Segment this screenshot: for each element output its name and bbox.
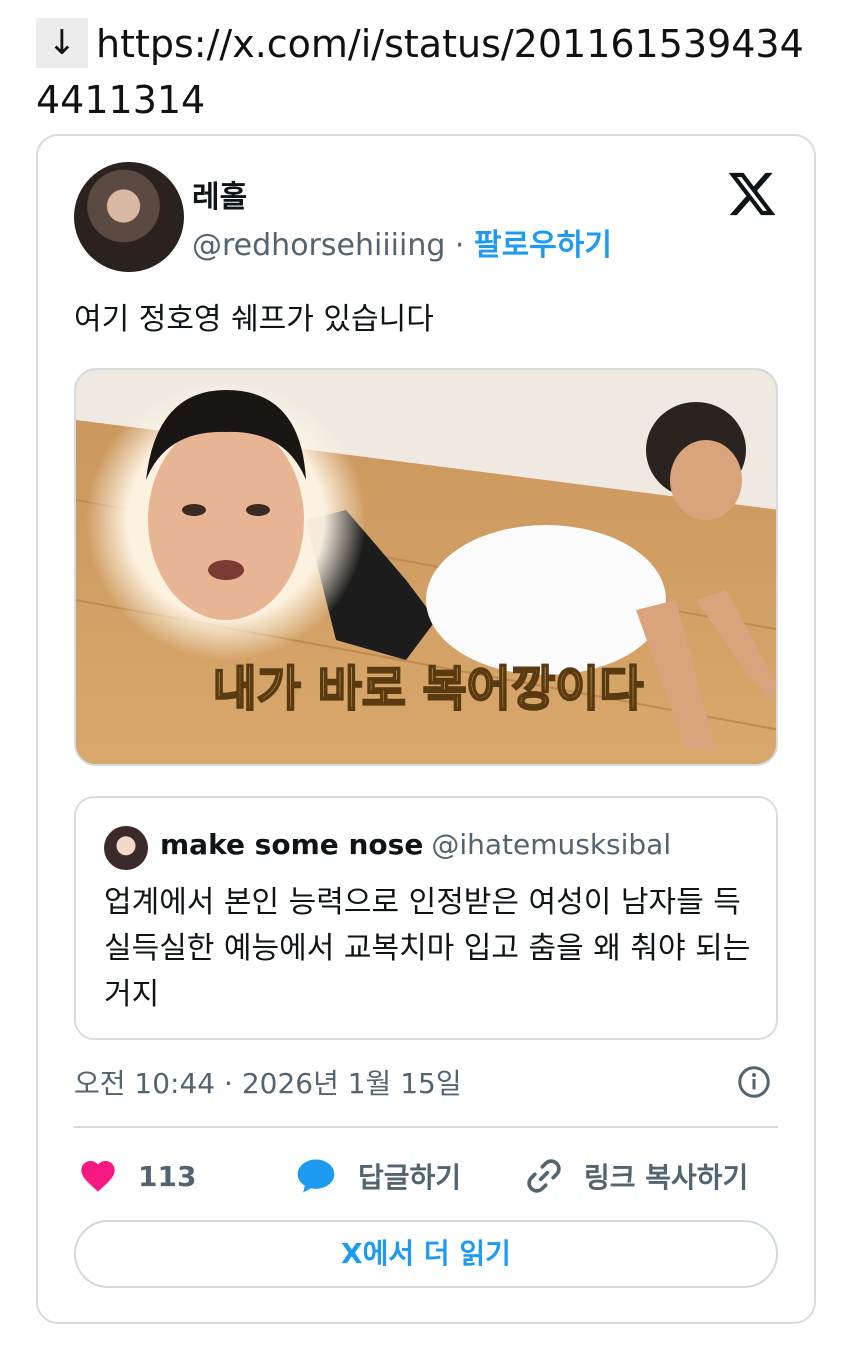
speech-bubble-icon: [297, 1159, 335, 1193]
download-arrow-icon: ↓: [36, 18, 88, 68]
media-image: 내가 바로 복어깡이다: [76, 370, 776, 764]
like-button[interactable]: 113: [78, 1146, 196, 1206]
info-icon[interactable]: [736, 1064, 772, 1100]
copy-link-button[interactable]: 링크 복사하기: [524, 1146, 748, 1206]
quoted-author: make some nose @ihatemusksibal: [160, 828, 671, 861]
reply-label: 답글하기: [358, 1161, 462, 1194]
handle-separator: ·: [445, 228, 474, 263]
avatar[interactable]: [74, 162, 184, 272]
quoted-handle[interactable]: @ihatemusksibal: [431, 828, 671, 861]
timestamp[interactable]: 오전 10:44 · 2026년 1월 15일: [74, 1062, 462, 1102]
tweet-text: 여기 정호영 쉐프가 있습니다: [74, 302, 434, 337]
read-more-on-x-button[interactable]: X에서 더 읽기: [74, 1220, 778, 1288]
action-bar: 113 답글하기 링크 복사하기: [74, 1146, 778, 1206]
x-logo-icon[interactable]: [726, 168, 778, 220]
tweet-embed-card: 레홀 @redhorsehiiiing · 팔로우하기 여기 정호영 쉐프가 있…: [36, 134, 816, 1324]
display-name[interactable]: 레홀: [192, 172, 247, 216]
handle-row: @redhorsehiiiing · 팔로우하기: [192, 220, 612, 264]
status-url[interactable]: https://x.com/i/status/20116153943444113…: [36, 22, 804, 122]
tweet-media[interactable]: 내가 바로 복어깡이다: [74, 368, 778, 766]
quoted-avatar[interactable]: [104, 826, 148, 870]
heart-icon: [81, 1161, 115, 1192]
reply-button[interactable]: 답글하기: [294, 1146, 461, 1206]
like-count: 113: [138, 1159, 197, 1193]
link-icon: [527, 1159, 561, 1193]
divider: [74, 1126, 778, 1128]
quoted-text: 업계에서 본인 능력으로 인정받은 여성이 남자들 득실득실한 예능에서 교복치…: [104, 885, 751, 1012]
follow-button[interactable]: 팔로우하기: [474, 228, 612, 263]
copy-link-label: 링크 복사하기: [584, 1161, 749, 1194]
quoted-tweet[interactable]: make some nose @ihatemusksibal 업계에서 본인 능력…: [74, 796, 778, 1040]
url-line[interactable]: ↓ https://x.com/i/status/2011615394344411…: [36, 16, 826, 128]
user-handle[interactable]: @redhorsehiiiing: [192, 228, 445, 263]
quoted-display-name[interactable]: make some nose: [160, 828, 423, 861]
media-caption: 내가 바로 복어깡이다: [213, 661, 644, 717]
